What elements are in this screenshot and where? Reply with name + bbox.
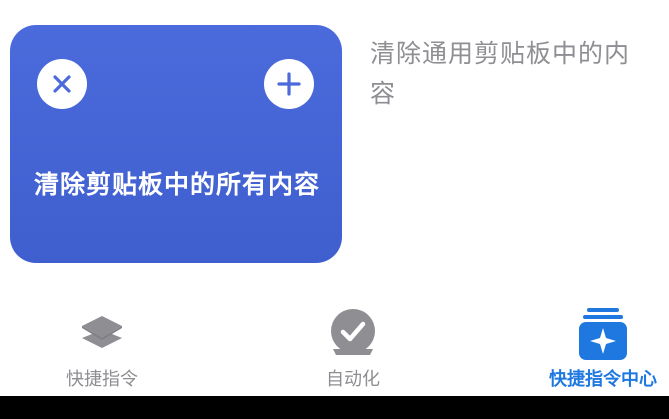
tab-automation[interactable]: 自动化 xyxy=(283,308,423,396)
tab-gallery[interactable]: 快捷指令中心 xyxy=(533,308,669,396)
close-button[interactable] xyxy=(37,59,87,109)
tab-label: 快捷指令 xyxy=(66,369,138,390)
bottom-black-bar xyxy=(0,396,669,419)
shortcut-detail-screen: 清除剪贴板中的所有内容 清除通用剪贴板中的内容 快捷指令 自动化 快捷指令中心 xyxy=(0,0,669,419)
shortcut-description: 清除通用剪贴板中的内容 xyxy=(370,39,631,108)
clock-check-icon xyxy=(326,308,380,362)
close-icon xyxy=(53,75,71,93)
add-button[interactable] xyxy=(264,59,314,109)
shortcut-card[interactable]: 清除剪贴板中的所有内容 xyxy=(10,25,342,263)
plus-icon xyxy=(277,72,301,96)
tab-label: 快捷指令中心 xyxy=(549,369,657,390)
tab-shortcuts[interactable]: 快捷指令 xyxy=(32,308,172,396)
layers-icon xyxy=(75,308,129,362)
sparkle-stack-icon xyxy=(576,308,630,362)
shortcut-title: 清除剪贴板中的所有内容 xyxy=(34,170,321,199)
tab-label: 自动化 xyxy=(326,369,380,390)
